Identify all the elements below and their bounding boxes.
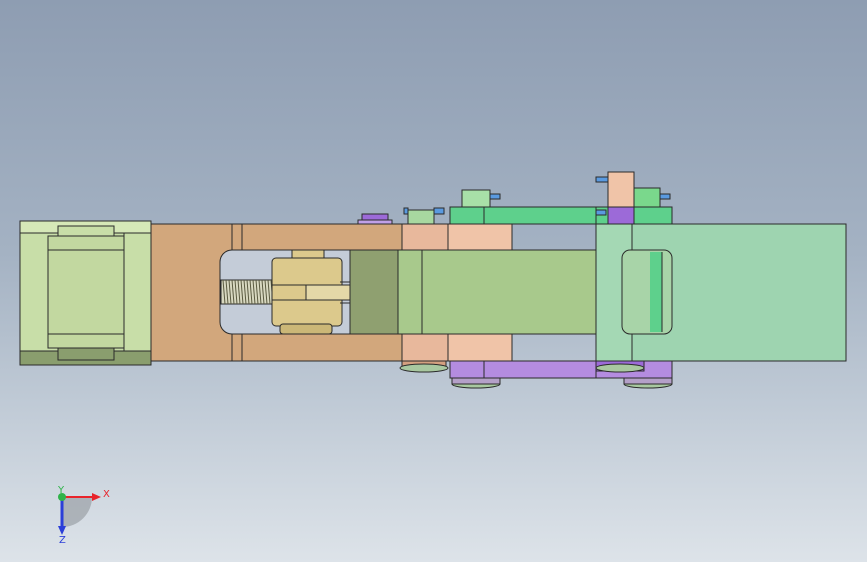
x-axis-label: X — [103, 489, 110, 500]
triad-shadow — [62, 497, 92, 527]
y-axis-label: Y — [57, 485, 65, 496]
axis-triad: X Y Z — [57, 485, 110, 546]
z-axis-label: Z — [59, 535, 66, 546]
cad-viewport[interactable]: X Y Z — [0, 0, 867, 562]
